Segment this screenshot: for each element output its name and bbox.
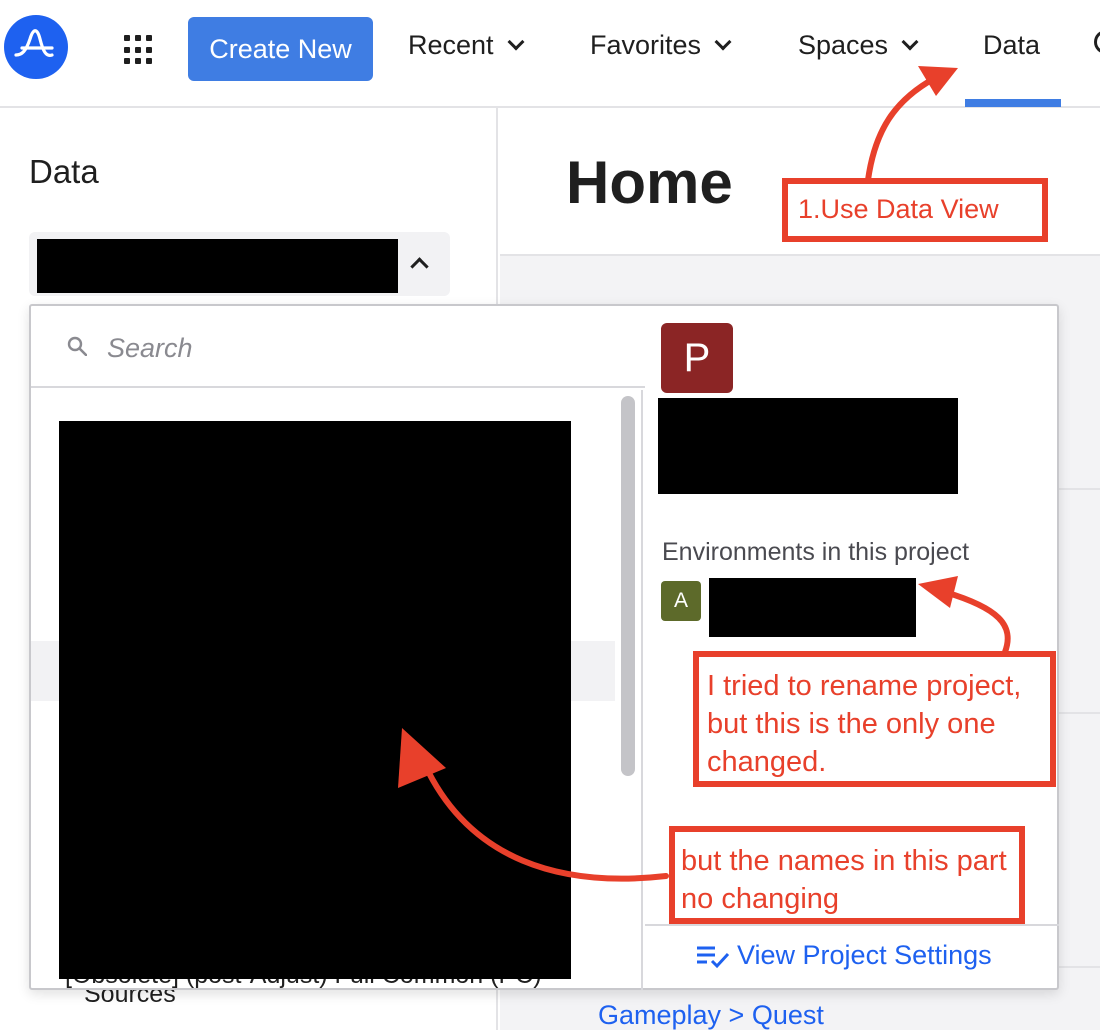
annotation-note-1: 1.Use Data View <box>782 178 1048 242</box>
page: Create New Recent Favorites Spaces Data … <box>0 0 1100 1030</box>
annotation-note-3: but the names in this part no changing <box>669 826 1025 924</box>
annotation-note-2: I tried to rename project, but this is t… <box>693 651 1056 787</box>
